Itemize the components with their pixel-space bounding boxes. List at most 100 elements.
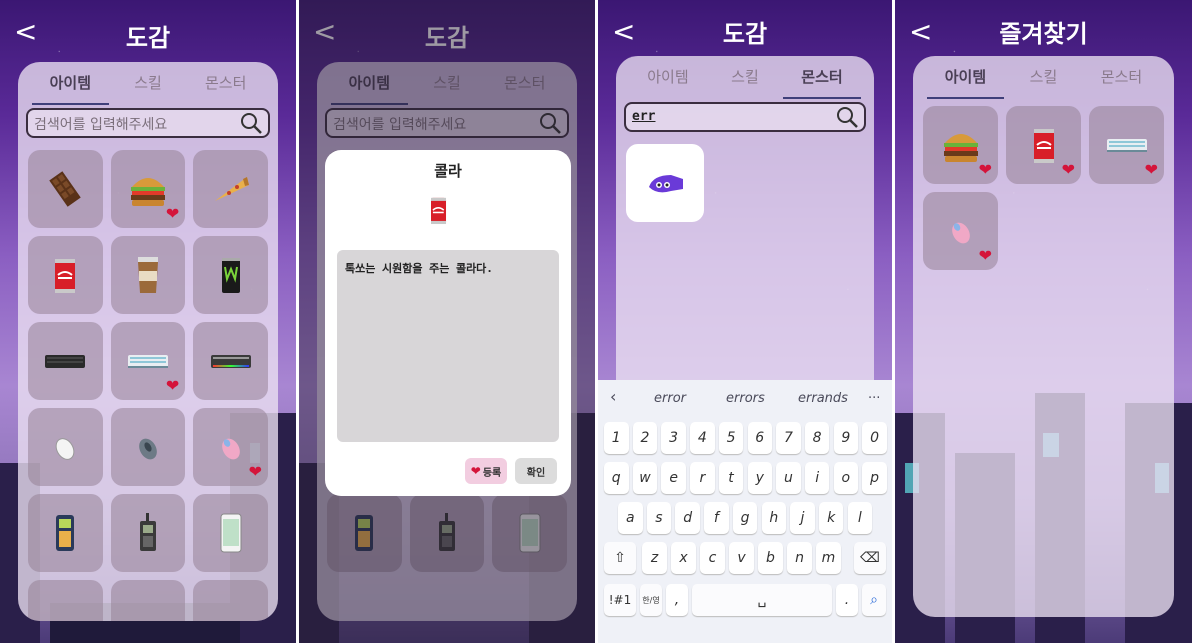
period-key[interactable]: . — [836, 584, 858, 616]
item-cell-mouse-pink[interactable]: ❤ — [193, 408, 268, 486]
favorite-cell-mouse-pink[interactable]: ❤ — [923, 192, 998, 270]
key[interactable]: l — [847, 502, 873, 534]
tab-monsters[interactable]: 몬스터 — [783, 60, 862, 99]
keyboard-black-icon — [43, 339, 87, 383]
tab-bar: 아이템 스킬 몬스터 — [18, 62, 278, 105]
tab-skills[interactable]: 스킬 — [721, 60, 769, 93]
key[interactable]: 1 — [604, 422, 629, 454]
search-icon[interactable] — [834, 104, 860, 130]
energy-drink-icon — [209, 253, 253, 297]
tab-items[interactable]: 아이템 — [637, 60, 698, 93]
item-cell-coffee[interactable] — [110, 236, 186, 314]
tab-monsters[interactable]: 몬스터 — [1091, 60, 1152, 93]
key[interactable]: 3 — [661, 422, 686, 454]
search-icon[interactable]: ⌕ — [862, 584, 886, 616]
comma-key[interactable]: , — [666, 584, 688, 616]
key[interactable]: g — [732, 502, 758, 534]
item-cell-pizza[interactable] — [193, 150, 268, 228]
space-key[interactable]: ␣ — [692, 584, 832, 616]
key[interactable]: b — [758, 542, 783, 574]
search-input[interactable]: 검색어를 입력해주세요 — [26, 108, 270, 138]
key[interactable]: h — [761, 502, 786, 534]
key[interactable]: a — [618, 502, 643, 534]
page-title: 즐겨찾기 — [999, 20, 1088, 48]
tab-bar: 아이템 스킬 몬스터 — [616, 56, 874, 99]
key[interactable]: 0 — [862, 422, 887, 454]
key[interactable]: m — [816, 542, 841, 574]
key[interactable]: p — [862, 462, 887, 494]
item-cell-energy-drink[interactable] — [193, 236, 268, 314]
item-cell-partial[interactable] — [193, 580, 268, 621]
key[interactable]: n — [787, 542, 812, 574]
tab-items[interactable]: 아이템 — [926, 60, 1005, 99]
dialog-title: 콜라 — [434, 162, 462, 180]
suggestion-item[interactable]: error — [654, 391, 686, 406]
register-favorite-button[interactable]: ❤ 등록 — [465, 458, 507, 484]
key[interactable]: o — [833, 462, 859, 494]
item-cell-walkie-phone[interactable] — [110, 494, 186, 572]
item-cell-old-phone[interactable] — [28, 494, 103, 572]
key[interactable]: i — [804, 462, 830, 494]
search-input[interactable]: err — [624, 102, 866, 132]
key[interactable]: j — [790, 502, 815, 534]
favorite-cell-burger[interactable]: ❤ — [923, 106, 998, 184]
key[interactable]: t — [718, 462, 744, 494]
suggestion-item[interactable]: errors — [726, 391, 765, 406]
item-cell-burger[interactable]: ❤ — [110, 150, 186, 228]
heart-icon: ❤ — [978, 160, 992, 179]
more-icon[interactable]: ··· — [868, 391, 880, 406]
favorite-cell-cola[interactable]: ❤ — [1006, 106, 1081, 184]
item-cell-mouse-grey[interactable] — [110, 408, 186, 486]
key[interactable]: x — [671, 542, 696, 574]
key[interactable]: 7 — [776, 422, 801, 454]
burger-icon — [939, 123, 983, 167]
key[interactable]: k — [818, 502, 844, 534]
tab-items[interactable]: 아이템 — [31, 66, 110, 105]
key[interactable]: v — [729, 542, 754, 574]
item-cell-keyboard-white[interactable]: ❤ — [110, 322, 186, 400]
item-cell-keyboard-rgb[interactable] — [193, 322, 268, 400]
key[interactable]: u — [776, 462, 801, 494]
key[interactable]: q — [604, 462, 629, 494]
key[interactable]: d — [675, 502, 700, 534]
key[interactable]: z — [642, 542, 667, 574]
key[interactable]: 6 — [747, 422, 772, 454]
chevron-left-icon[interactable]: ‹ — [610, 387, 616, 406]
pizza-icon — [209, 167, 253, 211]
search-icon[interactable] — [238, 110, 264, 136]
cola-icon — [1022, 123, 1066, 167]
item-cell-cola[interactable] — [28, 236, 103, 314]
key[interactable]: e — [661, 462, 686, 494]
confirm-button[interactable]: 확인 — [515, 458, 557, 484]
keyboard-row-numbers: 1234567890 — [598, 422, 892, 458]
language-key[interactable]: 한/영 — [640, 584, 662, 616]
key[interactable]: f — [704, 502, 729, 534]
backspace-key[interactable]: ⌫ — [854, 542, 886, 574]
key[interactable]: s — [646, 502, 672, 534]
key[interactable]: 9 — [833, 422, 859, 454]
key[interactable]: 2 — [632, 422, 658, 454]
item-cell-chocolate[interactable] — [28, 150, 103, 228]
item-cell-partial[interactable] — [110, 580, 186, 621]
favorite-cell-keyboard-white[interactable]: ❤ — [1089, 106, 1164, 184]
key[interactable]: 4 — [690, 422, 715, 454]
key[interactable]: w — [632, 462, 658, 494]
key[interactable]: y — [747, 462, 772, 494]
item-cell-smartphone[interactable] — [193, 494, 268, 572]
key[interactable]: 5 — [718, 422, 744, 454]
symbols-key[interactable]: !#1 — [604, 584, 636, 616]
tab-skills[interactable]: 스킬 — [124, 66, 172, 99]
monster-result-cell[interactable] — [626, 144, 704, 222]
key[interactable]: r — [690, 462, 715, 494]
shift-key[interactable]: ⇧ — [604, 542, 636, 574]
key[interactable]: c — [700, 542, 725, 574]
key[interactable]: 8 — [804, 422, 830, 454]
item-cell-mouse-white[interactable] — [28, 408, 103, 486]
tab-skills[interactable]: 스킬 — [1020, 60, 1068, 93]
suggestion-bar: ‹ error errors errands ··· — [598, 380, 892, 416]
tab-monsters[interactable]: 몬스터 — [195, 66, 256, 99]
item-cell-keyboard-black[interactable] — [28, 322, 103, 400]
item-cell-partial[interactable] — [28, 580, 103, 621]
search-value: err — [632, 109, 656, 124]
suggestion-item[interactable]: errands — [798, 391, 848, 406]
